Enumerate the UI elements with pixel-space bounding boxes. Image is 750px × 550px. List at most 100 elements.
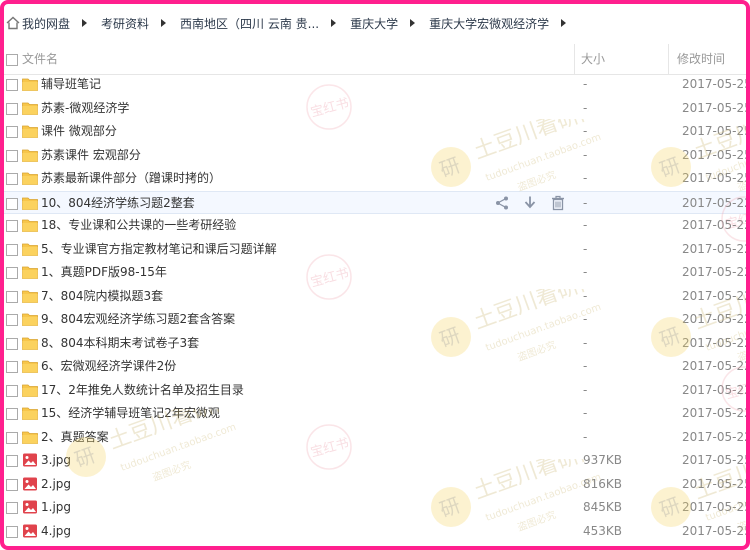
file-name-link[interactable]: 10、804经济学练习题2整套 xyxy=(41,192,195,215)
select-all-checkbox[interactable] xyxy=(6,54,18,66)
folder-icon xyxy=(22,197,38,210)
table-row[interactable]: 苏素最新课件部分（蹭课时拷的） -2017-05-25 xyxy=(4,167,746,191)
file-name-link[interactable]: 4.jpg xyxy=(41,520,71,543)
table-row[interactable]: 9、804宏观经济学练习题2套含答案 -2017-05-22 xyxy=(4,308,746,332)
row-checkbox[interactable] xyxy=(6,220,18,232)
file-size: - xyxy=(583,312,588,326)
breadcrumb-link[interactable]: 考研资料 xyxy=(101,15,149,32)
row-checkbox[interactable] xyxy=(6,384,18,397)
table-row[interactable]: 苏素-微观经济学 -2017-05-25 xyxy=(4,97,746,121)
file-size: - xyxy=(583,406,588,420)
row-checkbox[interactable] xyxy=(6,502,18,514)
file-name-link[interactable]: 1、真题PDF版98-15年 xyxy=(41,261,167,284)
row-checkbox[interactable] xyxy=(6,197,18,210)
file-name-link[interactable]: 苏素课件 宏观部分 xyxy=(41,144,141,167)
file-name-link[interactable]: 辅导班笔记 xyxy=(41,73,101,96)
modified-time: 2017-05-25 xyxy=(682,171,750,185)
image-file-icon xyxy=(23,524,37,537)
file-name-link[interactable]: 18、专业课和公共课的一些考研经验 xyxy=(41,214,236,237)
chevron-right-icon xyxy=(161,19,167,27)
file-size: - xyxy=(583,265,588,279)
file-name-link[interactable]: 7、804院内模拟题3套 xyxy=(41,285,163,308)
modified-time: 2017-05-25 xyxy=(682,476,750,491)
row-checkbox[interactable] xyxy=(6,290,18,303)
table-row[interactable]: 课件 微观部分 -2017-05-25 xyxy=(4,120,746,144)
file-name-link[interactable]: 15、经济学辅导班笔记2年宏微观 xyxy=(41,402,220,425)
table-row[interactable]: 辅导班笔记 -2017-05-25 xyxy=(4,73,746,97)
row-checkbox[interactable] xyxy=(6,408,18,420)
trash-icon[interactable] xyxy=(550,195,566,211)
file-name-link[interactable]: 6、宏微观经济学课件2份 xyxy=(41,355,176,378)
table-row[interactable]: 15、经济学辅导班笔记2年宏微观 -2017-05-22 xyxy=(4,402,746,426)
table-row[interactable]: 18、专业课和公共课的一些考研经验 -2017-05-22 xyxy=(4,214,746,238)
row-checkbox[interactable] xyxy=(6,455,18,467)
share-icon[interactable] xyxy=(494,195,510,211)
column-time-header[interactable]: 修改时间 xyxy=(668,44,725,74)
row-checkbox[interactable] xyxy=(6,79,18,91)
table-row[interactable]: 4.jpg 453KB 2017-05-25 xyxy=(4,520,746,544)
table-row[interactable]: 3.jpg 937KB 2017-05-25 xyxy=(4,449,746,473)
file-name-link[interactable]: 17、2年推免人数统计名单及招生目录 xyxy=(41,379,244,402)
row-checkbox[interactable] xyxy=(6,243,18,256)
file-size: 816KB xyxy=(583,476,623,491)
table-row[interactable]: 2、真题答案 -2017-05-22 xyxy=(4,426,746,450)
row-checkbox[interactable] xyxy=(6,431,18,444)
table-row[interactable]: 1、真题PDF版98-15年 -2017-05-22 xyxy=(4,261,746,285)
row-checkbox[interactable] xyxy=(6,314,18,326)
modified-time: 2017-05-25 xyxy=(682,100,750,115)
table-row[interactable]: 7、804院内模拟题3套 -2017-05-22 xyxy=(4,285,746,309)
row-checkbox[interactable] xyxy=(6,337,18,350)
file-size: - xyxy=(583,77,588,91)
table-row[interactable]: 5、专业课官方指定教材笔记和课后习题详解 -2017-05-22 xyxy=(4,238,746,262)
breadcrumb-item: 重庆大学宏微观经济学 xyxy=(429,15,580,32)
file-name-link[interactable]: 2、真题答案 xyxy=(41,426,109,449)
file-name-link[interactable]: 3.jpg xyxy=(41,449,71,472)
home-icon[interactable] xyxy=(6,16,20,30)
row-checkbox[interactable] xyxy=(6,126,18,138)
table-row[interactable]: 6、宏微观经济学课件2份 -2017-05-22 xyxy=(4,355,746,379)
file-name-link[interactable]: 8、804本科期末考试卷子3套 xyxy=(41,332,199,355)
file-name-link[interactable]: 苏素-微观经济学 xyxy=(41,97,129,120)
folder-icon xyxy=(22,149,38,162)
table-row[interactable]: 10、804经济学练习题2整套 -2017-05-22 xyxy=(4,190,746,215)
breadcrumb-link[interactable]: 重庆大学宏微观经济学 xyxy=(429,15,549,32)
download-icon[interactable] xyxy=(522,195,538,211)
image-file-icon xyxy=(23,453,37,467)
image-file-icon xyxy=(23,500,37,514)
breadcrumb-link[interactable]: 我的网盘 xyxy=(22,15,70,32)
column-size-header[interactable]: 大小 xyxy=(574,44,605,74)
column-name-header[interactable]: 文件名 xyxy=(22,44,58,74)
file-name-link[interactable]: 2.jpg xyxy=(41,473,71,496)
file-size: - xyxy=(583,171,588,185)
table-row[interactable]: 1.jpg 845KB 2017-05-25 xyxy=(4,496,746,520)
window-frame: 我的网盘 考研资料 西南地区（四川 云南 贵... 重庆大学 重庆大学宏微观经济学 文件… xyxy=(0,0,750,550)
row-checkbox[interactable] xyxy=(6,525,18,538)
row-checkbox[interactable] xyxy=(6,173,18,185)
table-row[interactable]: 8、804本科期末考试卷子3套 -2017-05-22 xyxy=(4,332,746,356)
folder-icon xyxy=(22,337,38,350)
breadcrumb-item: 考研资料 xyxy=(101,15,180,32)
table-row[interactable]: 2.jpg 816KB 2017-05-25 xyxy=(4,473,746,497)
image-file-icon xyxy=(23,477,37,490)
breadcrumb-link[interactable]: 西南地区（四川 云南 贵... xyxy=(180,15,319,32)
file-name-link[interactable]: 1.jpg xyxy=(41,496,71,519)
modified-time: 2017-05-25 xyxy=(682,77,750,91)
file-size: - xyxy=(583,218,588,232)
modified-time: 2017-05-22 xyxy=(682,288,750,303)
row-checkbox[interactable] xyxy=(6,478,18,491)
breadcrumb-item: 我的网盘 xyxy=(6,15,101,32)
row-checkbox[interactable] xyxy=(6,149,18,162)
file-name-link[interactable]: 9、804宏观经济学练习题2套含答案 xyxy=(41,308,235,331)
chevron-right-icon xyxy=(82,19,88,27)
row-checkbox[interactable] xyxy=(6,102,18,115)
file-name-link[interactable]: 课件 微观部分 xyxy=(41,120,117,143)
file-name-link[interactable]: 苏素最新课件部分（蹭课时拷的） xyxy=(41,167,221,190)
breadcrumb-link[interactable]: 重庆大学 xyxy=(350,15,398,32)
file-name-link[interactable]: 5、专业课官方指定教材笔记和课后习题详解 xyxy=(41,238,277,261)
modified-time: 2017-05-25 xyxy=(682,147,750,162)
row-checkbox[interactable] xyxy=(6,361,18,373)
folder-icon xyxy=(22,243,38,256)
table-row[interactable]: 苏素课件 宏观部分 -2017-05-25 xyxy=(4,144,746,168)
row-checkbox[interactable] xyxy=(6,267,18,279)
table-row[interactable]: 17、2年推免人数统计名单及招生目录 -2017-05-22 xyxy=(4,379,746,403)
